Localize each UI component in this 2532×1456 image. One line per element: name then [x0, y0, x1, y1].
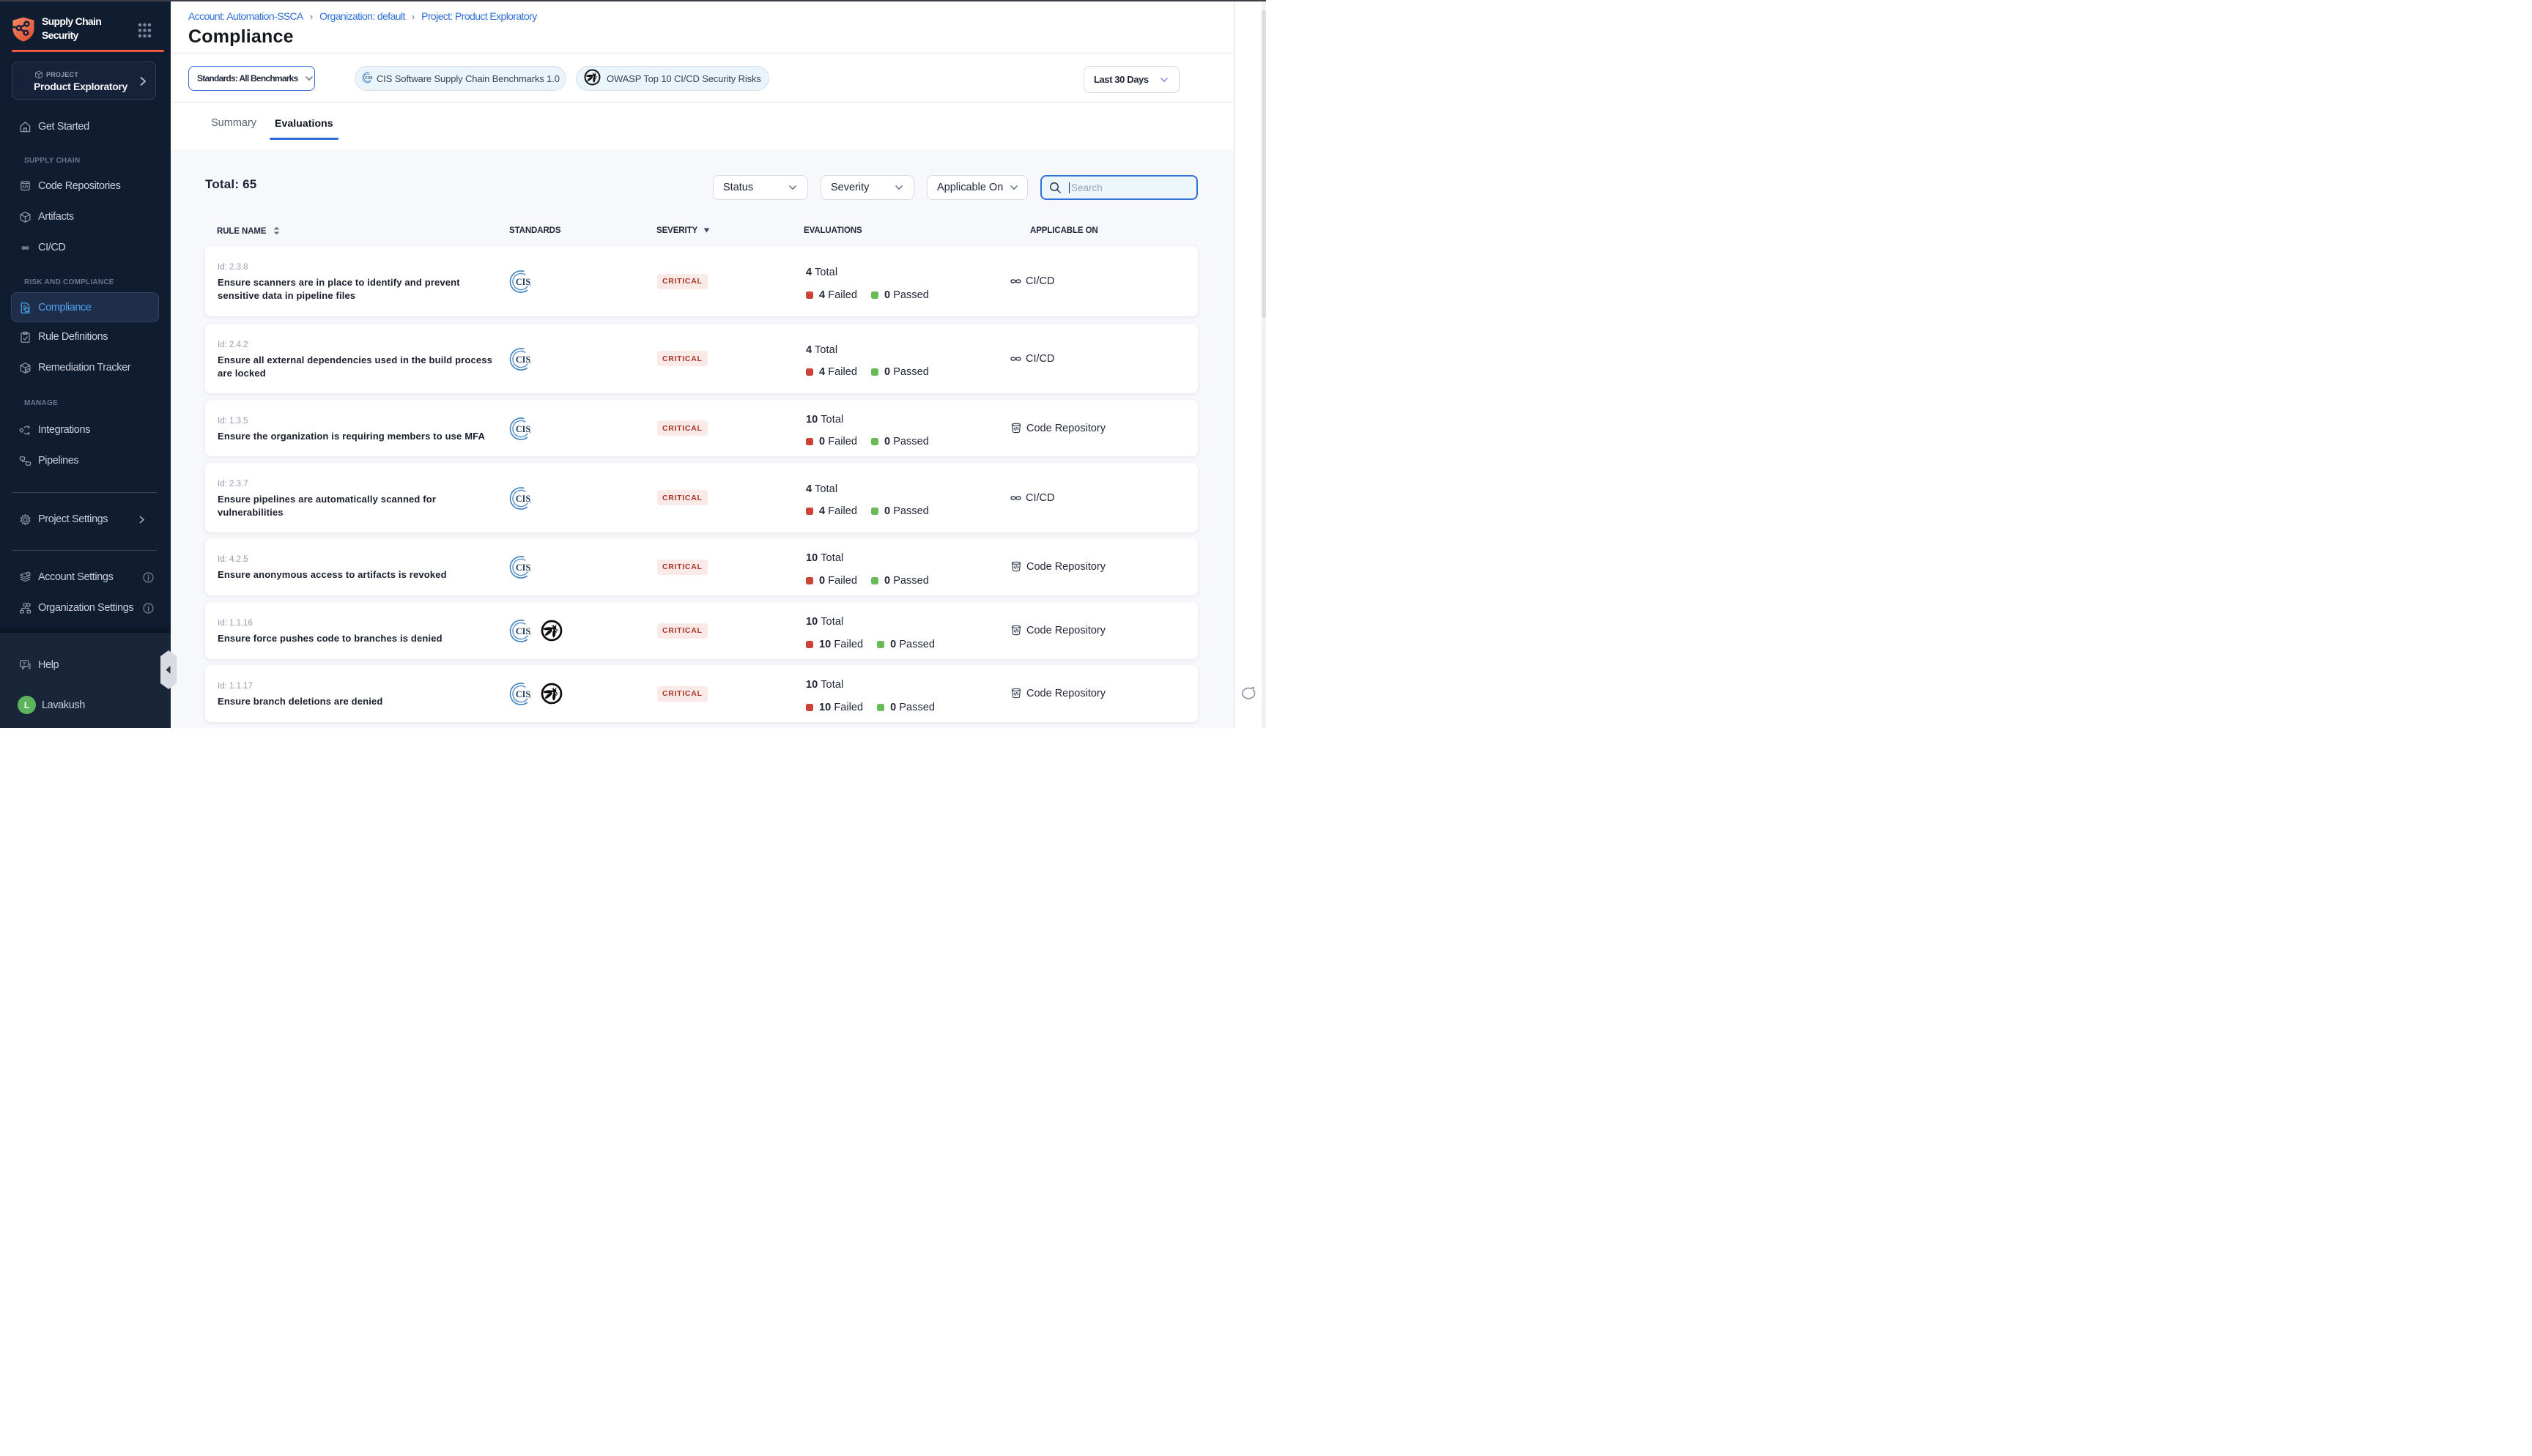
svg-text:CIS: CIS: [516, 689, 530, 699]
svg-text:?: ?: [23, 661, 26, 666]
svg-text:CIS: CIS: [516, 493, 530, 503]
svg-text:CIS: CIS: [366, 76, 374, 81]
svg-text:CIS: CIS: [516, 562, 530, 573]
svg-text:CIS: CIS: [516, 354, 530, 364]
svg-text:CIS: CIS: [516, 277, 530, 287]
svg-text:CIS: CIS: [516, 626, 530, 636]
svg-text:CIS: CIS: [516, 423, 530, 434]
